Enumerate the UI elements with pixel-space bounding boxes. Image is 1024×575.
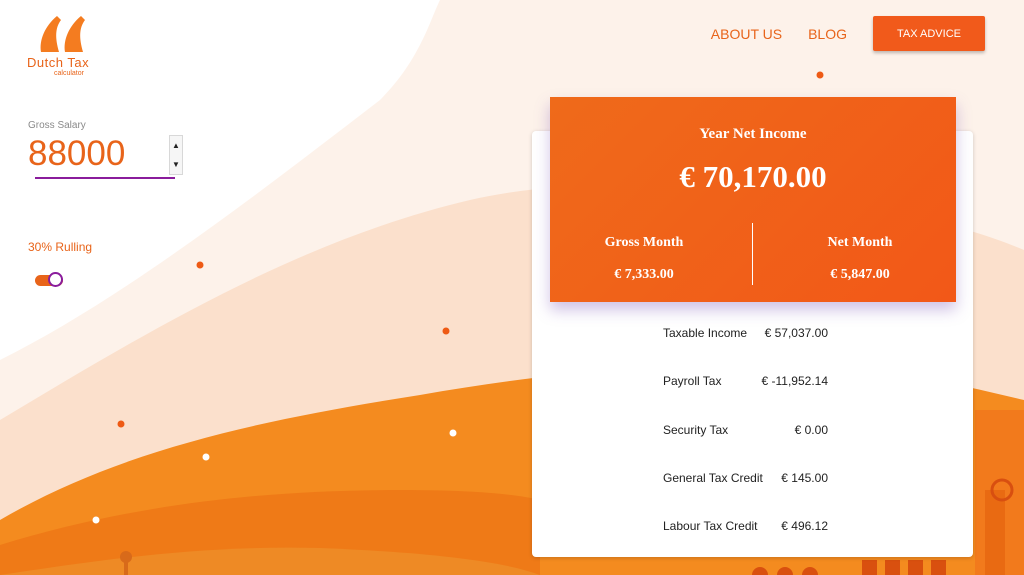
nav-about-us-link[interactable]: ABOUT US [711,26,782,42]
top-navigation: ABOUT US BLOG TAX ADVICE [711,16,985,51]
detail-row-general-tax-credit: General Tax Credit € 145.00 [663,471,828,519]
detail-value: € -11,952.14 [761,374,829,389]
spinner-up-icon[interactable]: ▲ [170,136,182,155]
detail-label: Payroll Tax [663,374,722,389]
nav-blog-link[interactable]: BLOG [808,26,847,42]
spinner-down-icon[interactable]: ▼ [170,155,182,174]
detail-value: € 0.00 [794,422,828,437]
detail-row-payroll-tax: Payroll Tax € -11,952.14 [663,374,828,422]
detail-value: € 57,037.00 [764,326,828,340]
net-month-block: Net Month € 5,847.00 [766,235,954,283]
gross-month-block: Gross Month € 7,333.00 [550,235,738,283]
rulling-toggle[interactable] [35,272,65,289]
brand-logo[interactable]: Dutch Tax calculator [27,14,107,80]
detail-label: Taxable Income [663,326,748,340]
detail-value: € 145.00 [781,470,828,485]
salary-spinner[interactable]: ▲ ▼ [169,135,183,175]
gross-salary-input[interactable] [28,134,160,174]
year-net-income-amount: € 70,170.00 [679,159,827,194]
gross-month-value: € 7,333.00 [614,267,674,282]
detail-label: Security Tax [663,422,729,437]
toggle-knob[interactable] [48,272,63,287]
net-month-label: Net Month [827,235,893,250]
brand-tagline: calculator [54,70,84,77]
rulling-label: 30% Rulling [28,240,93,254]
detail-label: General Tax Credit [663,470,763,485]
gross-salary-label: Gross Salary [28,120,86,131]
detail-row-labour-tax-credit: Labour Tax Credit € 496.12 [663,519,828,567]
detail-row-security-tax: Security Tax € 0.00 [663,423,828,471]
brand-name: Dutch Tax [27,55,90,70]
summary-divider [752,223,753,285]
quote-marks-logo-icon [40,16,85,52]
detail-value: € 496.12 [781,519,828,534]
year-net-income-title: Year Net Income [699,126,807,142]
detail-label: Labour Tax Credit [663,519,758,534]
net-month-value: € 5,847.00 [830,267,890,282]
gross-salary-underline [35,177,175,179]
gross-month-label: Gross Month [604,235,684,250]
tax-advice-button[interactable]: TAX ADVICE [873,16,985,51]
tax-details-list: Taxable Income € 57,037.00 Payroll Tax €… [663,326,828,567]
net-income-summary: Year Net Income € 70,170.00 Gross Month … [550,97,956,302]
detail-row-taxable-income: Taxable Income € 57,037.00 [663,326,828,374]
